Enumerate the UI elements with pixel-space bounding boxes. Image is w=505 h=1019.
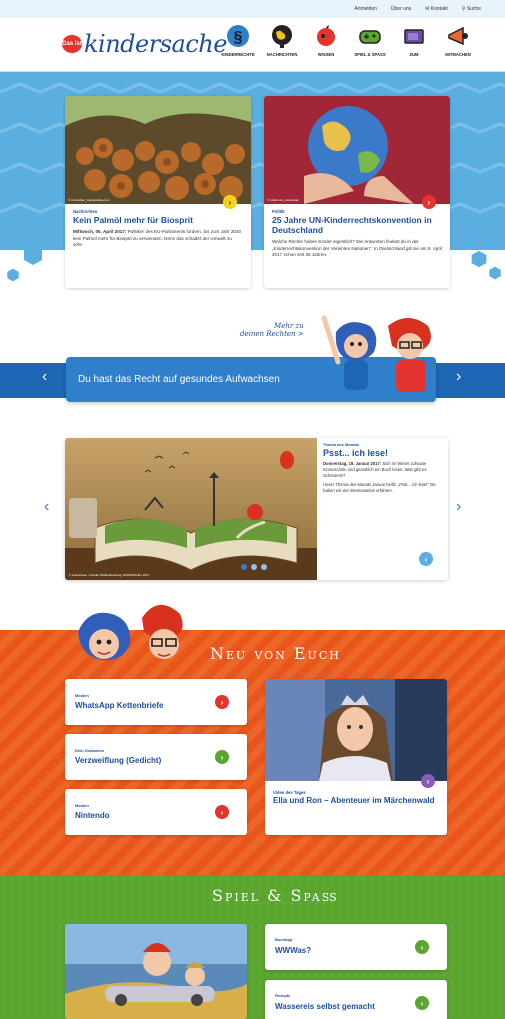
chevron-right-icon: › (427, 197, 431, 207)
chevron-left-icon: ‹ (44, 498, 50, 515)
chevron-right-icon: › (420, 942, 424, 952)
chevron-left-icon: ‹ (42, 368, 48, 385)
carousel-dots (241, 564, 267, 570)
rights-prev-arrow[interactable]: ‹ (42, 368, 47, 386)
news-arrow-button[interactable]: › (422, 195, 436, 209)
carousel-dot[interactable] (251, 564, 257, 570)
news-card-kinderrechtskonvention[interactable]: © pixelio.de_maxpostac › Politik 25 Jahr… (264, 96, 450, 288)
neu-section-title: Neu von Euch (210, 644, 341, 663)
news-card-palmoel[interactable]: © romantiker_foto/pixabay.com › Nachrich… (65, 96, 251, 288)
palm-fruit-photo: © romantiker_foto/pixabay.com (65, 96, 251, 204)
feature-carousel[interactable]: © Fotowissen / Fotolia, Bildbearbeitung:… (65, 438, 448, 580)
hexagon-decoration (7, 268, 19, 282)
list-arrow-button[interactable]: › (215, 805, 229, 819)
list-arrow-button[interactable]: › (215, 750, 229, 764)
zigzag-pattern (0, 82, 505, 94)
nav-zum[interactable]: ZUM (394, 22, 434, 57)
spiel-section-title: Spiel & Spaß (212, 886, 339, 905)
rights-text: Du hast das Recht auf gesundes Aufwachse… (78, 374, 280, 385)
chevron-right-icon: › (456, 498, 462, 515)
globe-icon (268, 22, 296, 50)
hexagon-decoration (471, 250, 487, 268)
news-card-body: Nachrichten Kein Palmöl mehr für Biospri… (73, 209, 242, 247)
video-card-body: Video des Tages Ella und Ron – Abenteuer… (273, 790, 435, 805)
list-item[interactable]: Medien WhatsApp Kettenbriefe › (65, 679, 247, 725)
mascot-characters (78, 604, 183, 661)
spiel-feature-card[interactable] (65, 924, 247, 1019)
chevron-right-icon: › (220, 697, 224, 707)
feature-text: Thema des Monats Psst... ich lese! Donne… (323, 442, 436, 493)
contact-link[interactable]: ✉ Kontakt (425, 6, 448, 12)
search-icon: ⚲ (461, 6, 466, 12)
list-arrow-button[interactable]: › (415, 940, 429, 954)
list-item[interactable]: Medien Nintendo › (65, 789, 247, 835)
carousel-dot[interactable] (261, 564, 267, 570)
cartoon-movie-image (65, 924, 247, 1019)
feature-next-arrow[interactable]: › (456, 498, 461, 516)
about-link[interactable]: Über uns (391, 6, 411, 12)
nav-kinderrechte[interactable]: § KINDERRECHTE (218, 22, 258, 57)
main-nav: § KINDERRECHTE NACHRICHTEN WISSEN SPIEL … (218, 22, 478, 57)
top-utility-bar: Anmelden Über uns ✉ Kontakt ⚲ Suche (0, 0, 505, 18)
nav-nachrichten[interactable]: NACHRICHTEN (262, 22, 302, 57)
chevron-right-icon: › (426, 776, 430, 786)
mascot-characters (321, 315, 431, 392)
list-item[interactable]: Dein Gedanken Verzweiflung (Gedicht) › (65, 734, 247, 780)
nav-mitmachen[interactable]: MITMACHEN (438, 22, 478, 57)
feature-prev-arrow[interactable]: ‹ (44, 498, 49, 516)
tv-icon (400, 22, 428, 50)
nav-wissen[interactable]: WISSEN (306, 22, 346, 57)
chevron-right-icon: › (220, 807, 224, 817)
svg-text:§: § (234, 29, 243, 46)
login-link[interactable]: Anmelden (354, 6, 377, 12)
list-item[interactable]: Rezepte Wassereis selbst gemacht › (265, 980, 447, 1019)
chevron-right-icon: › (220, 752, 224, 762)
logo-badge: Das ist (62, 35, 82, 53)
megaphone-icon (444, 22, 472, 50)
carousel-dot[interactable] (241, 564, 247, 570)
list-item[interactable]: Buchtipp WWWas? › (265, 924, 447, 970)
chevron-right-icon: › (420, 998, 424, 1008)
list-arrow-button[interactable]: › (215, 695, 229, 709)
paragraph-icon: § (224, 22, 252, 50)
site-logo[interactable]: Das ist kindersache (62, 30, 227, 58)
brain-icon (312, 22, 340, 50)
open-book-illustration (65, 438, 317, 580)
site-header: Das ist kindersache § KINDERRECHTE NACHR… (0, 18, 505, 72)
news-arrow-button[interactable]: › (223, 195, 237, 209)
nav-spiel-spass[interactable]: SPIEL & SPASS (350, 22, 390, 57)
chevron-right-icon: › (456, 368, 462, 385)
globe-hands-photo: © pixelio.de_maxpostac (264, 96, 450, 204)
list-arrow-button[interactable]: › (415, 996, 429, 1010)
hexagon-decoration (489, 266, 501, 280)
princess-video-still (265, 679, 447, 781)
chevron-right-icon: › (228, 197, 232, 207)
gamepad-icon (356, 22, 384, 50)
rights-next-arrow[interactable]: › (456, 368, 461, 386)
more-rights-link[interactable]: Mehr zu deinen Rechten > (240, 322, 304, 338)
feature-arrow-button[interactable]: › (419, 552, 433, 566)
chevron-right-icon: › (424, 554, 428, 564)
news-card-body: Politik 25 Jahre UN-Kinderrechtskonventi… (272, 209, 442, 257)
video-card[interactable]: › Video des Tages Ella und Ron – Abenteu… (265, 679, 447, 835)
video-arrow-button[interactable]: › (421, 774, 435, 788)
hexagon-decoration (24, 245, 42, 265)
search-link[interactable]: ⚲ Suche (462, 6, 481, 12)
logo-text: kindersache (84, 30, 227, 58)
